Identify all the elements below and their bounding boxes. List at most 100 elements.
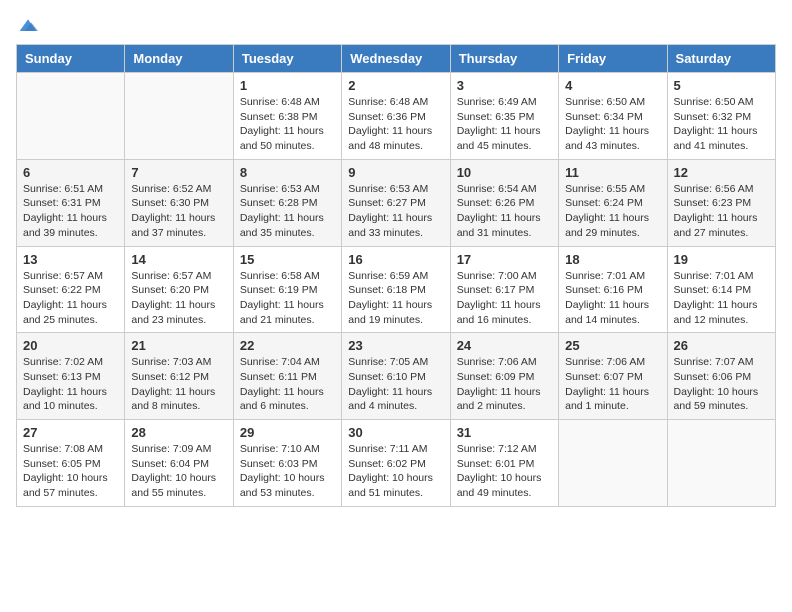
calendar-cell: 24 Sunrise: 7:06 AM Sunset: 6:09 PM Dayli… bbox=[450, 333, 558, 420]
day-info: Sunrise: 6:59 AM Sunset: 6:18 PM Dayligh… bbox=[348, 269, 443, 328]
calendar-week-row: 13Sunrise: 6:57 AM Sunset: 6:22 PM Dayli… bbox=[17, 246, 776, 333]
day-info: Sunrise: 6:50 AM Sunset: 6:32 PM Dayligh… bbox=[674, 95, 769, 154]
day-number: 28 bbox=[131, 425, 226, 440]
calendar-cell bbox=[17, 73, 125, 160]
day-number: 9 bbox=[348, 165, 443, 180]
day-info: Sunrise: 7:06 AM Sunset: 6:09 PM Dayligh… bbox=[457, 355, 552, 414]
calendar-cell: 3 Sunrise: 6:49 AM Sunset: 6:35 PM Daylig… bbox=[450, 73, 558, 160]
day-number: 11 bbox=[565, 165, 660, 180]
day-info: Sunrise: 7:09 AM Sunset: 6:04 PM Dayligh… bbox=[131, 442, 226, 501]
day-number: 3 bbox=[457, 78, 552, 93]
day-number: 31 bbox=[457, 425, 552, 440]
day-info: Sunrise: 7:07 AM Sunset: 6:06 PM Dayligh… bbox=[674, 355, 769, 414]
day-info: Sunrise: 7:10 AM Sunset: 6:03 PM Dayligh… bbox=[240, 442, 335, 501]
page-header bbox=[16, 16, 776, 36]
calendar-weekday-wednesday: Wednesday bbox=[342, 45, 450, 73]
day-info: Sunrise: 7:08 AM Sunset: 6:05 PM Dayligh… bbox=[23, 442, 118, 501]
calendar-weekday-monday: Monday bbox=[125, 45, 233, 73]
day-number: 10 bbox=[457, 165, 552, 180]
calendar-cell bbox=[559, 420, 667, 507]
day-number: 12 bbox=[674, 165, 769, 180]
day-info: Sunrise: 6:50 AM Sunset: 6:34 PM Dayligh… bbox=[565, 95, 660, 154]
day-info: Sunrise: 6:49 AM Sunset: 6:35 PM Dayligh… bbox=[457, 95, 552, 154]
day-number: 17 bbox=[457, 252, 552, 267]
calendar-cell: 26Sunrise: 7:07 AM Sunset: 6:06 PM Dayli… bbox=[667, 333, 775, 420]
day-number: 4 bbox=[565, 78, 660, 93]
day-number: 7 bbox=[131, 165, 226, 180]
day-info: Sunrise: 7:01 AM Sunset: 6:16 PM Dayligh… bbox=[565, 269, 660, 328]
day-number: 20 bbox=[23, 338, 118, 353]
calendar-weekday-thursday: Thursday bbox=[450, 45, 558, 73]
calendar-cell: 7 Sunrise: 6:52 AM Sunset: 6:30 PM Daylig… bbox=[125, 159, 233, 246]
day-info: Sunrise: 7:11 AM Sunset: 6:02 PM Dayligh… bbox=[348, 442, 443, 501]
day-info: Sunrise: 6:58 AM Sunset: 6:19 PM Dayligh… bbox=[240, 269, 335, 328]
day-info: Sunrise: 6:57 AM Sunset: 6:22 PM Dayligh… bbox=[23, 269, 118, 328]
calendar-weekday-tuesday: Tuesday bbox=[233, 45, 341, 73]
day-info: Sunrise: 6:51 AM Sunset: 6:31 PM Dayligh… bbox=[23, 182, 118, 241]
calendar-cell: 20 Sunrise: 7:02 AM Sunset: 6:13 PM Dayli… bbox=[17, 333, 125, 420]
day-number: 22 bbox=[240, 338, 335, 353]
day-number: 2 bbox=[348, 78, 443, 93]
calendar-cell: 27Sunrise: 7:08 AM Sunset: 6:05 PM Dayli… bbox=[17, 420, 125, 507]
calendar-weekday-sunday: Sunday bbox=[17, 45, 125, 73]
calendar-header-row: SundayMondayTuesdayWednesdayThursdayFrid… bbox=[17, 45, 776, 73]
calendar-cell: 30 Sunrise: 7:11 AM Sunset: 6:02 PM Dayli… bbox=[342, 420, 450, 507]
calendar-week-row: 6 Sunrise: 6:51 AM Sunset: 6:31 PM Daylig… bbox=[17, 159, 776, 246]
calendar-cell: 2 Sunrise: 6:48 AM Sunset: 6:36 PM Daylig… bbox=[342, 73, 450, 160]
day-info: Sunrise: 6:52 AM Sunset: 6:30 PM Dayligh… bbox=[131, 182, 226, 241]
day-number: 6 bbox=[23, 165, 118, 180]
day-number: 21 bbox=[131, 338, 226, 353]
calendar-cell: 1 Sunrise: 6:48 AM Sunset: 6:38 PM Daylig… bbox=[233, 73, 341, 160]
day-info: Sunrise: 7:05 AM Sunset: 6:10 PM Dayligh… bbox=[348, 355, 443, 414]
calendar-cell: 19 Sunrise: 7:01 AM Sunset: 6:14 PM Dayli… bbox=[667, 246, 775, 333]
calendar-cell: 29 Sunrise: 7:10 AM Sunset: 6:03 PM Dayli… bbox=[233, 420, 341, 507]
calendar-cell: 5 Sunrise: 6:50 AM Sunset: 6:32 PM Daylig… bbox=[667, 73, 775, 160]
day-info: Sunrise: 7:01 AM Sunset: 6:14 PM Dayligh… bbox=[674, 269, 769, 328]
day-number: 14 bbox=[131, 252, 226, 267]
calendar-cell: 17 Sunrise: 7:00 AM Sunset: 6:17 PM Dayli… bbox=[450, 246, 558, 333]
calendar-cell: 31 Sunrise: 7:12 AM Sunset: 6:01 PM Dayli… bbox=[450, 420, 558, 507]
logo bbox=[16, 16, 38, 36]
logo-icon bbox=[18, 16, 38, 36]
calendar-weekday-friday: Friday bbox=[559, 45, 667, 73]
day-info: Sunrise: 6:53 AM Sunset: 6:28 PM Dayligh… bbox=[240, 182, 335, 241]
day-number: 19 bbox=[674, 252, 769, 267]
day-info: Sunrise: 6:48 AM Sunset: 6:38 PM Dayligh… bbox=[240, 95, 335, 154]
calendar-cell: 4 Sunrise: 6:50 AM Sunset: 6:34 PM Daylig… bbox=[559, 73, 667, 160]
calendar-cell: 9 Sunrise: 6:53 AM Sunset: 6:27 PM Daylig… bbox=[342, 159, 450, 246]
day-number: 29 bbox=[240, 425, 335, 440]
calendar-weekday-saturday: Saturday bbox=[667, 45, 775, 73]
calendar-cell: 22 Sunrise: 7:04 AM Sunset: 6:11 PM Dayli… bbox=[233, 333, 341, 420]
day-info: Sunrise: 7:02 AM Sunset: 6:13 PM Dayligh… bbox=[23, 355, 118, 414]
day-number: 24 bbox=[457, 338, 552, 353]
calendar-cell: 14Sunrise: 6:57 AM Sunset: 6:20 PM Dayli… bbox=[125, 246, 233, 333]
calendar-cell: 10 Sunrise: 6:54 AM Sunset: 6:26 PM Dayli… bbox=[450, 159, 558, 246]
calendar-cell: 15 Sunrise: 6:58 AM Sunset: 6:19 PM Dayli… bbox=[233, 246, 341, 333]
day-info: Sunrise: 7:00 AM Sunset: 6:17 PM Dayligh… bbox=[457, 269, 552, 328]
day-number: 18 bbox=[565, 252, 660, 267]
calendar-week-row: 1 Sunrise: 6:48 AM Sunset: 6:38 PM Daylig… bbox=[17, 73, 776, 160]
day-number: 23 bbox=[348, 338, 443, 353]
calendar-cell bbox=[667, 420, 775, 507]
day-info: Sunrise: 6:56 AM Sunset: 6:23 PM Dayligh… bbox=[674, 182, 769, 241]
calendar-cell: 13Sunrise: 6:57 AM Sunset: 6:22 PM Dayli… bbox=[17, 246, 125, 333]
day-info: Sunrise: 6:53 AM Sunset: 6:27 PM Dayligh… bbox=[348, 182, 443, 241]
day-info: Sunrise: 7:04 AM Sunset: 6:11 PM Dayligh… bbox=[240, 355, 335, 414]
calendar-cell: 11Sunrise: 6:55 AM Sunset: 6:24 PM Dayli… bbox=[559, 159, 667, 246]
calendar-cell: 25Sunrise: 7:06 AM Sunset: 6:07 PM Dayli… bbox=[559, 333, 667, 420]
calendar-cell: 6 Sunrise: 6:51 AM Sunset: 6:31 PM Daylig… bbox=[17, 159, 125, 246]
day-info: Sunrise: 6:54 AM Sunset: 6:26 PM Dayligh… bbox=[457, 182, 552, 241]
calendar-table: SundayMondayTuesdayWednesdayThursdayFrid… bbox=[16, 44, 776, 507]
calendar-cell: 18 Sunrise: 7:01 AM Sunset: 6:16 PM Dayli… bbox=[559, 246, 667, 333]
day-number: 30 bbox=[348, 425, 443, 440]
day-number: 15 bbox=[240, 252, 335, 267]
calendar-cell: 21Sunrise: 7:03 AM Sunset: 6:12 PM Dayli… bbox=[125, 333, 233, 420]
day-number: 5 bbox=[674, 78, 769, 93]
calendar-cell: 23 Sunrise: 7:05 AM Sunset: 6:10 PM Dayli… bbox=[342, 333, 450, 420]
day-number: 25 bbox=[565, 338, 660, 353]
day-info: Sunrise: 7:12 AM Sunset: 6:01 PM Dayligh… bbox=[457, 442, 552, 501]
day-number: 16 bbox=[348, 252, 443, 267]
calendar-cell: 8Sunrise: 6:53 AM Sunset: 6:28 PM Daylig… bbox=[233, 159, 341, 246]
day-info: Sunrise: 6:48 AM Sunset: 6:36 PM Dayligh… bbox=[348, 95, 443, 154]
day-number: 1 bbox=[240, 78, 335, 93]
